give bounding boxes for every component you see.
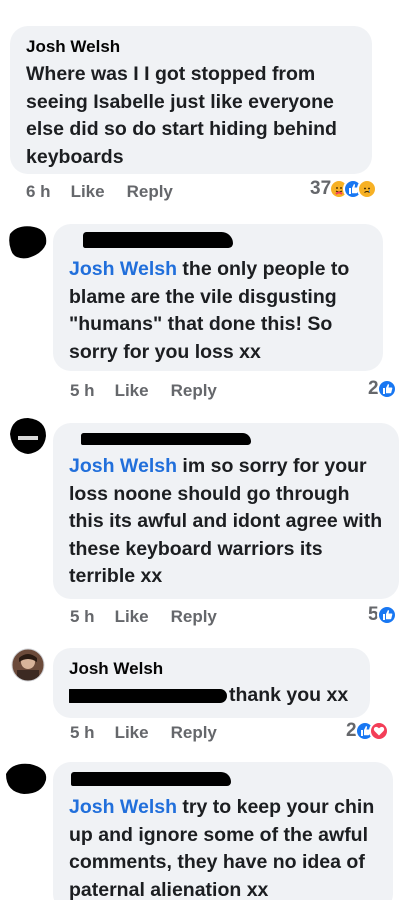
sad-icon [357,179,378,199]
redacted-name [81,433,251,445]
comment-actions: 6 h Like Reply [26,182,195,202]
like-icon [376,379,397,399]
comment-actions: 5 h Like Reply [70,723,239,743]
like-button[interactable]: Like [71,182,105,202]
like-icon [376,605,397,625]
comment-text: Josh Welsh im so sorry for your loss noo… [69,455,383,587]
reply-button[interactable]: Reply [171,381,217,401]
redacted-mention [69,688,227,703]
comment-bubble: Josh Welsh try to keep your chin up and … [53,762,393,900]
comment-author[interactable]: Josh Welsh [69,658,356,680]
reaction-summary[interactable]: 5 [368,604,397,626]
reply-button[interactable]: Reply [127,182,173,202]
comment-actions: 5 h Like Reply [70,381,239,401]
reaction-summary[interactable]: 37 [310,178,378,200]
comment-author[interactable]: Josh Welsh [26,36,358,58]
mention-tag[interactable]: Josh Welsh [69,258,177,280]
avatar[interactable] [6,414,50,458]
comment-text: Where was I I got stopped from seeing Is… [26,63,337,168]
avatar[interactable] [2,760,50,798]
reply-button[interactable]: Reply [171,723,217,743]
comment-actions: 5 h Like Reply [70,607,239,627]
comment-time[interactable]: 5 h [70,381,95,401]
love-icon [368,721,389,741]
comment-time[interactable]: 6 h [26,182,51,202]
comment-bubble: Josh Welsh the only people to blame are … [53,224,383,371]
mention-tag[interactable]: Josh Welsh [69,796,177,818]
redacted-name [83,232,233,248]
comment-bubble: Josh Welsh Where was I I got stopped fro… [10,26,372,174]
avatar[interactable] [8,224,50,264]
mention-tag[interactable]: Josh Welsh [69,455,177,477]
comment-text: Josh Welsh the only people to blame are … [69,258,350,363]
reaction-summary[interactable]: 2 [368,378,397,400]
comment-text: Josh Welsh try to keep your chin up and … [69,796,375,900]
comment-bubble: Josh Welsh thank you xx [53,648,370,718]
reaction-count: 37 [310,178,332,199]
comment-time[interactable]: 5 h [70,607,95,627]
like-button[interactable]: Like [115,381,149,401]
avatar[interactable] [11,648,45,682]
redacted-name [71,772,231,786]
comment-text: thank you xx [69,682,356,710]
reaction-summary[interactable]: 2 [346,720,389,742]
comment-time[interactable]: 5 h [70,723,95,743]
like-button[interactable]: Like [115,723,149,743]
like-button[interactable]: Like [115,607,149,627]
comment-bubble: Josh Welsh im so sorry for your loss noo… [53,423,399,599]
reply-button[interactable]: Reply [171,607,217,627]
